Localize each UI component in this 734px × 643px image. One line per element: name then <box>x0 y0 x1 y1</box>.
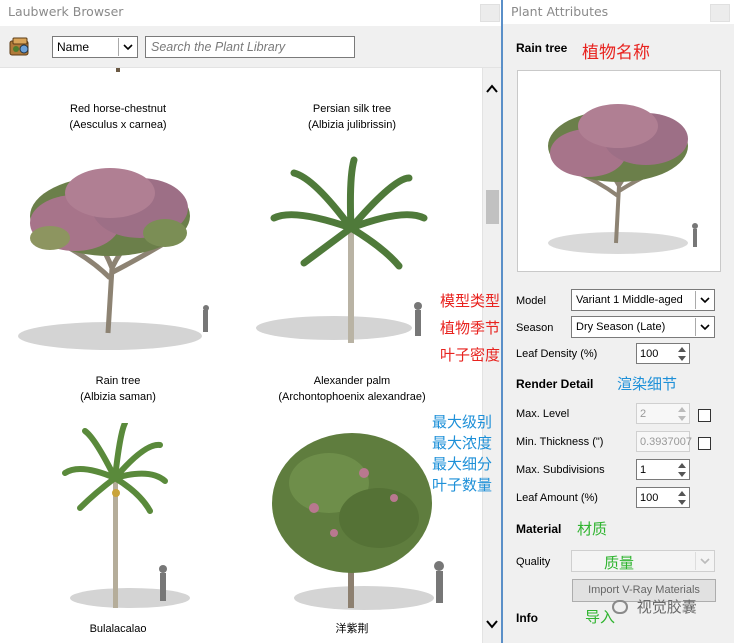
watermark-text: 视觉胶囊 <box>636 598 697 616</box>
plant-thumbnail-persian-silk-tree <box>234 68 470 98</box>
chevron-down-icon[interactable] <box>695 291 713 309</box>
plant-latin-name: (Albizia julibrissin) <box>307 119 397 131</box>
spin-down-icon[interactable] <box>676 470 688 479</box>
annotation-quality: 质量 <box>604 554 635 572</box>
spin-down-icon[interactable] <box>676 498 688 507</box>
annotation-leaf-density: 叶子密度 <box>440 346 501 364</box>
annotation-max-level: 最大级别 <box>432 413 493 431</box>
plant-name: Red horse-chestnut <box>70 103 166 115</box>
render-detail-heading: Render Detail <box>516 377 594 391</box>
rain-tree-preview-image <box>548 104 698 254</box>
attributes-close-button[interactable] <box>710 4 730 22</box>
plant-library-grid: Red horse-chestnut (Aesculus x carnea) P… <box>0 68 482 643</box>
plant-name: 洋紫荆 <box>335 623 369 635</box>
spin-down-icon[interactable] <box>676 354 688 363</box>
plant-tile-bulalacalao[interactable]: Bulalacalao <box>0 420 236 643</box>
browser-close-button[interactable] <box>480 4 500 22</box>
watermark-icon <box>612 600 628 614</box>
annotation-plant-season: 植物季节 <box>440 319 501 337</box>
plant-thumbnail-alexander-palm <box>256 156 428 343</box>
quality-select[interactable]: 质量 <box>571 550 715 572</box>
season-label: Season <box>516 322 554 334</box>
annotation-material: 材质 <box>577 520 608 538</box>
annotation-max-thickness: 最大浓度 <box>432 434 493 452</box>
min-thickness-value: 0.3937007 <box>640 436 692 448</box>
plant-thumbnail-red-horse-chestnut <box>116 68 120 72</box>
plant-tile-rain-tree[interactable]: Rain tree (Albizia saman) <box>0 148 236 408</box>
leaf-density-spinner[interactable]: 100 <box>636 343 690 364</box>
annotation-model-type: 模型类型 <box>440 292 501 310</box>
plant-name: Bulalacalao <box>89 623 147 635</box>
plant-tile-red-horse-chestnut[interactable]: Red horse-chestnut (Aesculus x carnea) <box>0 68 236 131</box>
plant-library-icon[interactable] <box>8 36 32 58</box>
plant-thumbnail-rain-tree <box>18 168 209 350</box>
scroll-down-icon[interactable] <box>486 618 498 630</box>
spin-up-icon[interactable] <box>676 461 688 470</box>
info-heading: Info <box>516 611 538 625</box>
plant-name-heading: Rain tree <box>516 41 568 55</box>
leaf-amount-label: Leaf Amount (%) <box>516 492 598 504</box>
max-level-checkbox[interactable] <box>698 409 711 422</box>
spin-up-icon[interactable] <box>676 405 688 414</box>
plant-latin-name: (Archontophoenix alexandrae) <box>278 391 426 403</box>
model-select[interactable]: Variant 1 Middle-aged <box>571 289 715 311</box>
plant-thumbnail-bulalacalao <box>62 420 190 608</box>
max-level-label: Max. Level <box>516 408 570 420</box>
plant-latin-name: (Albizia saman) <box>80 391 156 403</box>
spin-down-icon[interactable] <box>676 414 688 423</box>
model-label: Model <box>516 295 546 307</box>
max-level-value: 2 <box>640 408 647 420</box>
browser-toolbar: Name Search the Plant Library <box>0 26 501 68</box>
plant-attributes-window: Plant Attributes Rain tree 植物名称 Model Va… <box>503 0 734 643</box>
sort-by-select[interactable]: Name <box>52 36 138 58</box>
chevron-down-icon[interactable] <box>695 318 713 336</box>
quality-label: Quality <box>516 556 551 568</box>
scroll-thumb[interactable] <box>486 190 499 224</box>
plant-name: Persian silk tree <box>312 103 392 115</box>
scroll-up-icon[interactable] <box>486 83 498 95</box>
plant-tile-alexander-palm[interactable]: Alexander palm (Archontophoenix alexandr… <box>234 148 470 408</box>
model-value: Variant 1 Middle-aged <box>576 294 683 306</box>
browser-title: Laubwerk Browser <box>8 4 124 19</box>
spin-up-icon[interactable] <box>676 489 688 498</box>
plant-name: Alexander palm <box>313 375 391 387</box>
attributes-titlebar: Plant Attributes <box>503 0 734 24</box>
leaf-density-label: Leaf Density (%) <box>516 348 598 360</box>
spin-up-icon[interactable] <box>676 345 688 354</box>
watermark: 视觉胶囊 <box>612 596 697 617</box>
plant-name: Rain tree <box>95 375 141 387</box>
plant-latin-name: (Aesculus x carnea) <box>69 119 167 131</box>
annotation-import: 导入 <box>585 608 616 626</box>
min-thickness-checkbox[interactable] <box>698 437 711 450</box>
annotation-leaf-count: 叶子数量 <box>432 476 493 494</box>
plant-search-input[interactable]: Search the Plant Library <box>145 36 355 58</box>
leaf-density-value: 100 <box>640 348 659 360</box>
plant-tile-persian-silk-tree[interactable]: Persian silk tree (Albizia julibrissin) <box>234 68 470 131</box>
max-subdivisions-label: Max. Subdivisions <box>516 464 605 476</box>
annotation-plant-name: 植物名称 <box>582 43 650 63</box>
leaf-amount-value: 100 <box>640 492 659 504</box>
chevron-down-icon[interactable] <box>695 552 713 570</box>
search-placeholder: Search the Plant Library <box>151 40 286 54</box>
browser-titlebar: Laubwerk Browser <box>0 0 501 24</box>
annotation-render-detail: 渲染细节 <box>617 375 678 393</box>
attributes-title: Plant Attributes <box>511 4 609 19</box>
min-thickness-label: Min. Thickness (") <box>516 436 604 448</box>
season-select[interactable]: Dry Season (Late) <box>571 316 715 338</box>
laubwerk-browser-window: Laubwerk Browser Name Search the Plant L… <box>0 0 503 643</box>
sort-by-value: Name <box>57 40 90 54</box>
max-subdivisions-spinner[interactable]: 1 <box>636 459 690 480</box>
chevron-down-icon[interactable] <box>118 38 136 56</box>
annotation-max-subdivision: 最大细分 <box>432 455 493 473</box>
plant-preview <box>517 70 721 272</box>
season-value: Dry Season (Late) <box>576 321 666 333</box>
leaf-amount-spinner[interactable]: 100 <box>636 487 690 508</box>
material-heading: Material <box>516 522 562 536</box>
max-subdivisions-value: 1 <box>640 464 647 476</box>
min-thickness-spinner[interactable]: 0.3937007 <box>636 431 692 452</box>
max-level-spinner[interactable]: 2 <box>636 403 690 424</box>
